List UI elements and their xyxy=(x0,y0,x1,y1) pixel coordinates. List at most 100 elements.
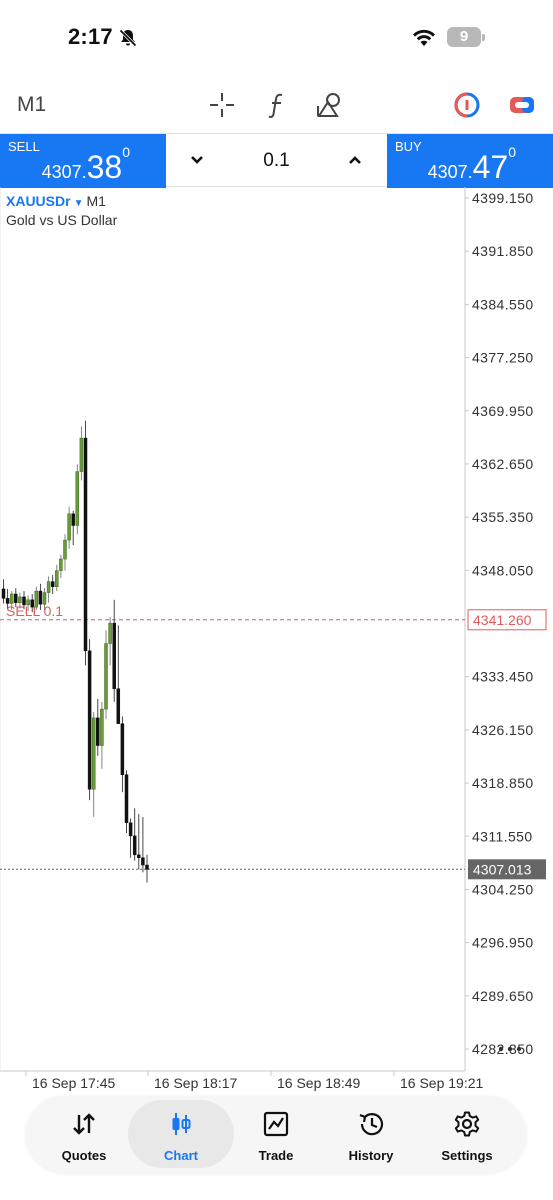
price-chart[interactable]: 4399.150 4391.850 4384.550 4377.250 4369.950… xyxy=(0,187,553,1095)
chevron-up-icon[interactable] xyxy=(343,148,367,172)
nav-history[interactable]: History xyxy=(321,1100,421,1168)
objects-icon[interactable] xyxy=(315,90,345,120)
quotes-icon xyxy=(73,1113,95,1135)
status-time: 2:17 xyxy=(68,24,113,49)
nav-trade[interactable]: Trade xyxy=(226,1100,326,1168)
y-tick-label: 4304.250 xyxy=(472,881,534,897)
candle-body xyxy=(63,539,67,560)
candle-body xyxy=(108,622,112,644)
sell-price-tag-label: 4341.260 xyxy=(473,612,532,628)
x-tick-label: 16 Sep 18:49 xyxy=(277,1075,361,1091)
buy-button[interactable]: BUY 4307.470 xyxy=(387,134,553,188)
wifi-icon xyxy=(413,29,435,46)
y-tick-label: 4311.550 xyxy=(472,828,533,844)
candle-body xyxy=(42,592,47,605)
crosshair-icon[interactable] xyxy=(207,90,237,120)
candle-body xyxy=(30,599,34,608)
candle-body xyxy=(59,558,63,571)
y-tick-label: 4377.250 xyxy=(472,350,534,366)
one-click-trading-icon[interactable] xyxy=(452,90,482,120)
y-tick-label: 4326.150 xyxy=(472,722,534,738)
symbol-header[interactable]: XAUUSDr ▼ M1 xyxy=(6,193,106,209)
y-tick-label: 4296.950 xyxy=(472,935,534,951)
candle-body xyxy=(34,590,39,608)
candle-body xyxy=(46,581,51,593)
y-tick-label: 4333.450 xyxy=(472,669,534,685)
candle-body xyxy=(75,471,80,526)
candle-body xyxy=(120,723,125,775)
sell-price: 4307.380 xyxy=(41,144,130,185)
candle-body xyxy=(79,437,84,472)
nav-quotes[interactable]: Quotes xyxy=(34,1100,134,1168)
nav-trade-label: Trade xyxy=(258,1148,294,1163)
nav-chart[interactable]: Chart xyxy=(128,1100,234,1168)
candle-body xyxy=(55,570,59,587)
y-tick-label: 4355.350 xyxy=(472,509,534,525)
candle-body xyxy=(71,513,75,526)
candle-body xyxy=(137,854,141,858)
candle-body xyxy=(116,688,121,724)
nav-settings[interactable]: Settings xyxy=(417,1100,517,1168)
sell-button[interactable]: SELL 4307.380 xyxy=(0,134,166,188)
candle-body xyxy=(67,513,71,541)
candle-body xyxy=(26,599,30,606)
candle-body xyxy=(1,588,6,599)
candle-body xyxy=(128,822,133,837)
chart-canvas[interactable]: 4399.150 4391.850 4384.550 4377.250 4369.950… xyxy=(0,187,553,1095)
x-tick-label: 16 Sep 19:21 xyxy=(400,1075,484,1091)
candle-body xyxy=(132,835,137,856)
y-tick-label: 4369.950 xyxy=(472,403,534,419)
nav-history-label: History xyxy=(348,1148,394,1163)
chart-toolbar: M1 xyxy=(0,80,553,130)
candle-body xyxy=(145,864,149,870)
y-tick-label: 4399.150 xyxy=(472,190,534,206)
candle-body xyxy=(18,596,22,603)
sell-label: SELL xyxy=(8,139,40,154)
indicators-icon[interactable] xyxy=(262,90,292,120)
candle-body xyxy=(83,437,88,652)
candle-body xyxy=(50,581,55,587)
candle-body xyxy=(38,590,43,605)
settings-gear-icon xyxy=(454,1111,480,1137)
trade-icon xyxy=(263,1111,289,1137)
history-icon xyxy=(359,1113,384,1136)
battery-icon: 9 xyxy=(447,27,485,47)
candle-body xyxy=(91,717,96,790)
y-tick-label: 4348.050 xyxy=(472,562,534,578)
candle-body xyxy=(9,593,14,604)
candle-body xyxy=(5,598,10,604)
bell-off-icon xyxy=(119,29,137,47)
buy-label: BUY xyxy=(395,139,422,154)
more-icon[interactable] xyxy=(497,1044,523,1054)
candle-body xyxy=(141,857,145,866)
candle-body xyxy=(104,643,108,710)
volume-selector: 0.1 xyxy=(166,134,387,188)
timeframe-button[interactable]: M1 xyxy=(17,93,46,117)
status-bar: 2:17 9 xyxy=(0,0,553,72)
y-tick-label: 4318.850 xyxy=(472,775,534,791)
y-tick-label: 4384.550 xyxy=(472,296,534,312)
symbol-dropdown-icon[interactable]: ▼ xyxy=(74,198,84,209)
x-tick-label: 16 Sep 18:17 xyxy=(154,1075,238,1091)
symbol-name[interactable]: XAUUSDr xyxy=(6,193,71,209)
current-price-tag-label: 4307.013 xyxy=(473,861,532,877)
candle-body xyxy=(112,622,116,689)
trade-toggle-icon[interactable] xyxy=(507,90,537,120)
buy-price: 4307.470 xyxy=(427,144,516,185)
candle-body xyxy=(100,708,104,746)
nav-quotes-label: Quotes xyxy=(61,1148,107,1163)
bottom-navigation: Quotes Chart Trade History Settings xyxy=(26,1096,526,1172)
one-click-trade-panel: SELL 4307.380 0.1 BUY 4307.470 xyxy=(0,133,553,188)
chart-icon xyxy=(172,1113,191,1135)
y-tick-label: 4289.650 xyxy=(472,988,534,1004)
candle-body xyxy=(22,596,26,606)
nav-chart-label: Chart xyxy=(164,1148,198,1163)
candle-body xyxy=(124,774,129,824)
candle-body xyxy=(87,650,92,790)
symbol-description: Gold vs US Dollar xyxy=(6,212,118,228)
symbol-timeframe: M1 xyxy=(86,193,106,209)
battery-level: 9 xyxy=(459,28,469,45)
candle-body xyxy=(14,593,18,603)
y-tick-label: 4362.650 xyxy=(472,456,534,472)
nav-settings-label: Settings xyxy=(441,1148,493,1163)
